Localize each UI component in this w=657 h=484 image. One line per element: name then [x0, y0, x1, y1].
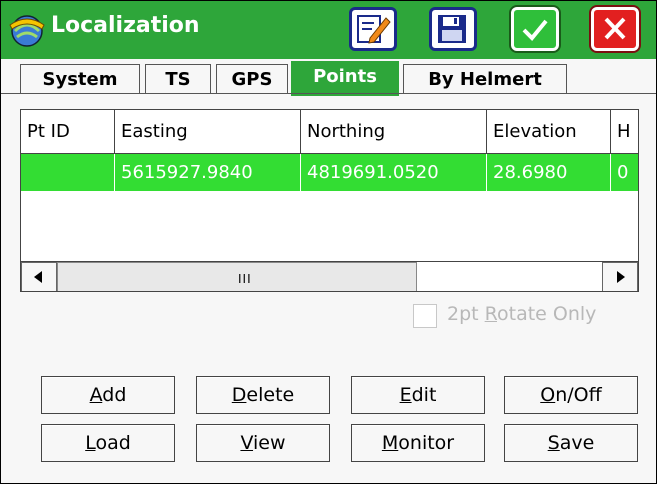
column-header-easting[interactable]: Easting	[115, 110, 301, 154]
scroll-left-button[interactable]	[21, 262, 57, 291]
tab-ts[interactable]: TS	[145, 64, 211, 94]
close-icon	[604, 17, 626, 40]
column-header-pt-id[interactable]: Pt ID	[21, 110, 115, 154]
cell-northing: 4819691.0520	[301, 154, 487, 191]
save-button[interactable]: Save	[504, 424, 638, 462]
tab-points[interactable]: Points	[291, 61, 399, 96]
table-header: Pt ID Easting Northing Elevation H	[21, 110, 638, 154]
tab-gps[interactable]: GPS	[216, 64, 288, 94]
scroll-thumb[interactable]: III	[57, 262, 417, 291]
tab-by-helmert[interactable]: By Helmert	[403, 64, 567, 94]
column-header-elevation[interactable]: Elevation	[487, 110, 611, 154]
arrow-right-icon	[617, 271, 625, 283]
save-file-button[interactable]	[429, 7, 477, 51]
monitor-button[interactable]: Monitor	[351, 424, 485, 462]
floppy-disk-icon	[438, 15, 466, 43]
column-header-h[interactable]: H	[611, 110, 638, 154]
cell-easting: 5615927.9840	[115, 154, 301, 191]
globe-app-icon	[9, 15, 45, 47]
scroll-right-button[interactable]	[602, 262, 638, 291]
checkmark-icon	[522, 19, 548, 41]
tab-system[interactable]: System	[20, 64, 140, 94]
tab-bar: System TS GPS Points By Helmert	[1, 61, 656, 96]
title-bar: Localization	[1, 1, 656, 59]
column-header-northing[interactable]: Northing	[301, 110, 487, 154]
arrow-left-icon	[34, 271, 42, 283]
rotate-only-checkbox[interactable]	[413, 304, 437, 328]
cell-elevation: 28.6980	[487, 154, 611, 191]
edit-point-button[interactable]: Edit	[351, 376, 485, 414]
edit-icon	[357, 15, 391, 44]
add-button[interactable]: Add	[41, 376, 175, 414]
table-row[interactable]: 5615927.9840 4819691.0520 28.6980 0	[21, 154, 638, 191]
horizontal-scrollbar[interactable]: III	[21, 261, 638, 291]
tab-divider	[1, 93, 656, 94]
load-button[interactable]: Load	[41, 424, 175, 462]
points-table[interactable]: Pt ID Easting Northing Elevation H 56159…	[20, 109, 639, 292]
on-off-button[interactable]: On/Off	[504, 376, 638, 414]
localization-window: Localization System TS GPS Points By Hel…	[0, 0, 657, 484]
ok-button[interactable]	[511, 7, 559, 51]
scroll-grip: III	[238, 272, 252, 286]
window-title: Localization	[51, 13, 200, 38]
close-button[interactable]	[591, 7, 639, 51]
view-button[interactable]: View	[196, 424, 330, 462]
rotate-only-label: 2pt Rotate Only	[447, 303, 597, 325]
edit-button[interactable]	[349, 7, 397, 51]
cell-pt-id	[21, 154, 115, 191]
delete-button[interactable]: Delete	[196, 376, 330, 414]
cell-h: 0	[611, 154, 638, 191]
